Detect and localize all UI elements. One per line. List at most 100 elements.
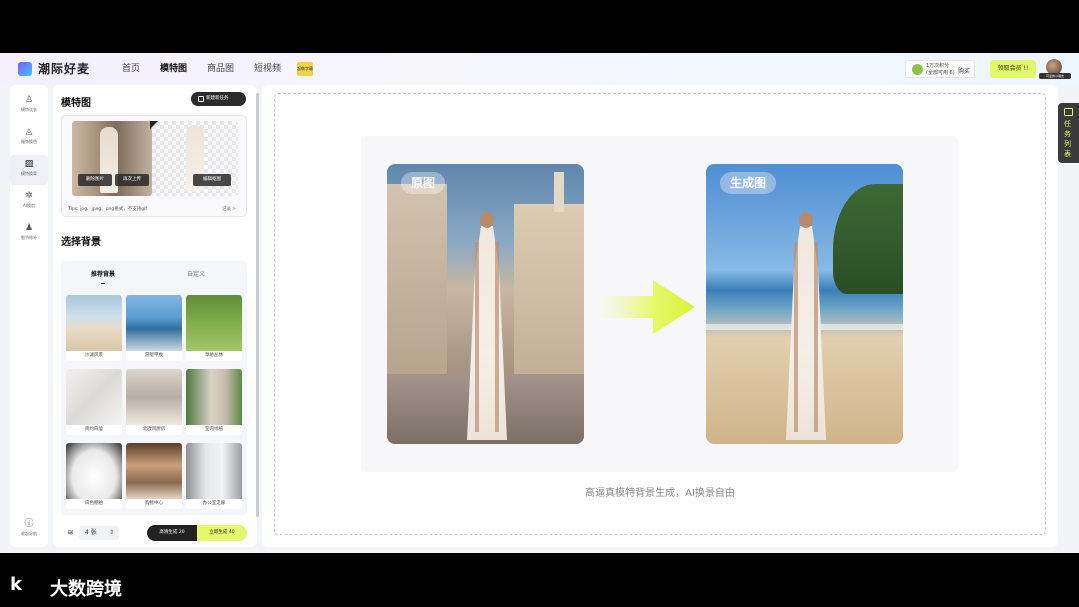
reupload-button[interactable]: 再次上传 — [115, 174, 149, 186]
background-tabs: 推荐背景 自定义 — [61, 261, 247, 287]
bg-thumbnail — [66, 443, 122, 499]
generate-bar: ≋ 4 张 ⇕ 高清生成 20 立即生成 40 — [61, 523, 247, 543]
image-count-select[interactable]: 4 张 ⇕ — [79, 526, 119, 540]
bg-tile-label: 北欧风厨房 — [142, 427, 166, 432]
bg-thumbnail — [66, 295, 122, 351]
task-list-label: 任务列表 — [1064, 120, 1071, 158]
logo-icon — [18, 62, 32, 76]
points-line1: 1万次积分 — [926, 63, 950, 69]
bg-thumbnail — [66, 369, 122, 425]
bg-tile-label: 办公室走廊 — [202, 501, 226, 506]
new-task-icon — [198, 96, 204, 102]
tab-recommended[interactable]: 推荐背景 — [91, 269, 115, 284]
gown-trim — [794, 242, 798, 432]
generated-photo: 生成图 — [706, 164, 903, 444]
nav-product-image[interactable]: 商品图 — [201, 53, 248, 85]
background-picker: 推荐背景 自定义 沙滩风景 游艇甲板 草地丛林 简约白墙 北欧风厨房 室内绿植 … — [61, 261, 247, 515]
top-header: 潮际好麦 首页 模特图 商品图 短视频 起做字幕 1万次积分 (全部可用 6) … — [0, 53, 1079, 85]
bg-thumbnail — [126, 295, 182, 351]
gown-trim — [495, 242, 499, 432]
bg-tile-office[interactable]: 办公室走廊 — [186, 443, 242, 509]
upload-box[interactable]: 删除图片 再次上传 编辑抠图 Tips: jpg、jpeg、png格式，不支持g… — [61, 115, 247, 217]
model-image-title: 模特图 — [61, 94, 95, 109]
background-section-title: 选择背景 — [61, 233, 105, 248]
letterbox-bottom — [0, 553, 1079, 607]
bg-tile-studio[interactable]: 白色棚拍 — [66, 443, 122, 509]
rail-item-recolor[interactable]: ◬ 服饰换色 — [10, 123, 48, 153]
bg-tile-mall[interactable]: 购物中心 — [126, 443, 182, 509]
rail-item-try-on[interactable]: ♙ 模特试衣 — [10, 91, 48, 121]
building-left — [387, 184, 447, 384]
rail-collapse[interactable]: ⓘ 收起导航 — [10, 515, 48, 545]
rail-item-label: 模特换背 — [21, 171, 37, 176]
layers-icon: ≋ — [67, 528, 74, 537]
bg-tile-label: 购物中心 — [145, 501, 163, 506]
model-figure — [461, 212, 513, 440]
main-preview: 原图 生成图 高逼真模特背景生成，AI换景自由 — [262, 85, 1058, 547]
cliff — [833, 184, 903, 294]
bg-tile-beach[interactable]: 沙滩风景 — [66, 295, 122, 361]
upgrade-button[interactable]: 领取会员 !! — [990, 60, 1036, 78]
new-task-button[interactable]: 新建新任务 — [191, 92, 246, 106]
rail-item-detail-fix[interactable]: ♟ 细节修补 — [10, 219, 48, 249]
gown-trim — [814, 242, 818, 432]
info-icon: ⓘ — [24, 519, 34, 529]
nav-model-image[interactable]: 模特图 — [154, 53, 201, 85]
rail-item-label: AI换脸 — [23, 203, 35, 208]
task-list-icon — [1064, 108, 1073, 116]
model-figure — [780, 212, 832, 440]
bg-tile-label: 白色棚拍 — [85, 501, 103, 506]
hanger-icon: ♙ — [24, 95, 34, 105]
upload-hint: Tips: jpg、jpeg、png格式，不支持gif — [68, 207, 147, 212]
edit-cutout-button[interactable]: 编辑抠图 — [193, 174, 231, 186]
bg-tile-label: 沙滩风景 — [85, 353, 103, 358]
rail-item-change-bg[interactable]: ▨ 模特换背 — [10, 155, 48, 185]
recharge-link[interactable]: 购买 — [958, 66, 970, 75]
coin-icon — [912, 64, 923, 75]
fast-generate-button[interactable]: 立即生成 40 — [197, 525, 247, 541]
bg-tile-yacht[interactable]: 游艇甲板 — [126, 295, 182, 361]
record-link[interactable]: 记录 > — [222, 206, 236, 212]
brand-name: 潮际好麦 — [38, 62, 91, 76]
demo-card: 原图 生成图 — [361, 136, 958, 472]
bg-thumbnail — [186, 369, 242, 425]
bg-tile-white-wall[interactable]: 简约白墙 — [66, 369, 122, 435]
bg-tile-kitchen[interactable]: 北欧风厨房 — [126, 369, 182, 435]
hq-generate-button[interactable]: 高清生成 20 — [147, 525, 197, 541]
rail-item-label: 模特试衣 — [21, 107, 37, 112]
head — [480, 212, 494, 228]
points-widget[interactable]: 1万次积分 (全部可用 6) 购买 — [905, 60, 975, 78]
palette-icon: ◬ — [25, 127, 33, 137]
panel-scrollbar[interactable] — [256, 93, 259, 517]
left-rail: ♙ 模特试衣 ◬ 服饰换色 ▨ 模特换背 ✲ AI换脸 ♟ 细节修补 ⓘ 收起导… — [10, 85, 48, 547]
bg-tile-label: 室内绿植 — [205, 427, 223, 432]
bg-tile-indoor-plants[interactable]: 室内绿植 — [186, 369, 242, 435]
nav-short-video[interactable]: 短视频 — [248, 53, 295, 85]
rail-item-label: 细节修补 — [21, 235, 37, 240]
tab-custom[interactable]: 自定义 — [187, 269, 205, 278]
bg-tile-label: 草地丛林 — [205, 353, 223, 358]
gown-trim — [475, 242, 479, 432]
watermark-logo-icon: k — [10, 574, 22, 595]
bg-thumbnail — [126, 369, 182, 425]
bg-tile-label: 简约白墙 — [85, 427, 103, 432]
delete-image-button[interactable]: 删除图片 — [78, 174, 112, 186]
bg-tile-grassland[interactable]: 草地丛林 — [186, 295, 242, 361]
rail-item-face-swap[interactable]: ✲ AI换脸 — [10, 187, 48, 217]
main-nav: 首页 模特图 商品图 短视频 起做字幕 — [116, 53, 314, 85]
app-window: 潮际好麦 首页 模特图 商品图 短视频 起做字幕 1万次积分 (全部可用 6) … — [0, 53, 1079, 553]
bg-thumbnail — [186, 295, 242, 351]
rail-item-label: 服饰换色 — [21, 139, 37, 144]
settings-panel: 模特图 新建新任务 删除图片 再次上传 编辑抠图 Tips: jpg、jpeg、… — [53, 85, 257, 547]
bg-thumbnail — [126, 443, 182, 499]
face-icon: ✲ — [25, 191, 33, 201]
nav-home[interactable]: 首页 — [116, 53, 154, 85]
bg-thumbnail — [186, 443, 242, 499]
image-icon: ▨ — [24, 159, 34, 169]
new-task-label: 新建新任务 — [206, 96, 229, 101]
gown — [786, 226, 826, 440]
nav-badge[interactable]: 起做字幕 — [297, 62, 314, 76]
points-line2: (全部可用 6) — [926, 70, 955, 76]
task-list-tab[interactable]: 任务列表 — [1058, 103, 1079, 163]
chevron-updown-icon: ⇕ — [108, 529, 114, 536]
